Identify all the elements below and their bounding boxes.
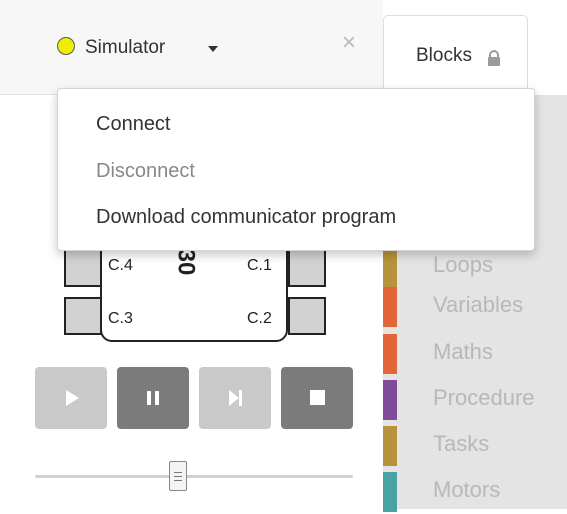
category-label: Loops xyxy=(433,252,493,277)
stop-button[interactable] xyxy=(281,367,353,429)
category-label: Motors xyxy=(433,477,501,502)
grip-line xyxy=(174,480,183,481)
speed-slider-track[interactable] xyxy=(35,475,353,478)
pause-button[interactable] xyxy=(117,367,189,429)
category-procedure[interactable]: Procedure xyxy=(383,378,567,422)
step-icon-bar xyxy=(239,390,242,406)
port-c1 xyxy=(288,249,326,287)
port-label-c3: C.3 xyxy=(108,310,133,327)
lock-icon xyxy=(488,50,500,66)
pause-icon-bar xyxy=(155,391,159,405)
close-icon[interactable]: × xyxy=(342,31,356,55)
category-color-bar xyxy=(383,472,397,512)
port-label-c4: C.4 xyxy=(108,257,133,274)
port-c4 xyxy=(64,249,102,287)
connection-status-dot xyxy=(57,37,75,55)
simulator-dropdown-menu: Connect Disconnect Download communicator… xyxy=(57,88,535,251)
robot-mark: 30 xyxy=(172,248,200,276)
category-maths[interactable]: Maths xyxy=(383,332,567,376)
simulator-header: Simulator × xyxy=(0,0,383,95)
category-variables[interactable]: Variables xyxy=(383,285,567,329)
category-color-bar xyxy=(383,380,397,420)
category-color-bar xyxy=(383,247,397,287)
grip-line xyxy=(174,476,183,477)
pause-icon xyxy=(147,391,151,405)
category-color-bar xyxy=(383,426,397,466)
port-label-c1: C.1 xyxy=(247,257,272,274)
port-label-c2: C.2 xyxy=(247,310,272,327)
caret-down-icon[interactable] xyxy=(208,46,218,52)
port-c2 xyxy=(288,297,326,335)
play-icon xyxy=(66,390,79,406)
speed-slider-thumb[interactable] xyxy=(169,461,188,491)
step-icon xyxy=(229,390,239,406)
category-loops[interactable]: Loops xyxy=(383,245,567,289)
stop-icon xyxy=(310,390,325,405)
play-button[interactable] xyxy=(35,367,107,429)
port-c3 xyxy=(64,297,102,335)
category-tasks[interactable]: Tasks xyxy=(383,424,567,468)
menu-item-connect[interactable]: Connect xyxy=(96,113,171,136)
grip-line xyxy=(174,472,183,473)
category-label: Tasks xyxy=(433,431,490,456)
category-color-bar xyxy=(383,287,397,327)
category-color-bar xyxy=(383,334,397,374)
simulator-dropdown-label[interactable]: Simulator xyxy=(85,37,165,59)
category-label: Variables xyxy=(433,292,524,317)
tab-blocks[interactable]: Blocks xyxy=(383,15,528,95)
category-label: Procedure xyxy=(433,385,535,410)
step-button[interactable] xyxy=(199,367,271,429)
category-motors[interactable]: Motors xyxy=(383,470,567,514)
category-label: Maths xyxy=(433,339,493,364)
menu-item-disconnect[interactable]: Disconnect xyxy=(96,160,195,183)
tab-blocks-label: Blocks xyxy=(416,45,472,66)
menu-item-download-communicator[interactable]: Download communicator program xyxy=(96,206,396,229)
